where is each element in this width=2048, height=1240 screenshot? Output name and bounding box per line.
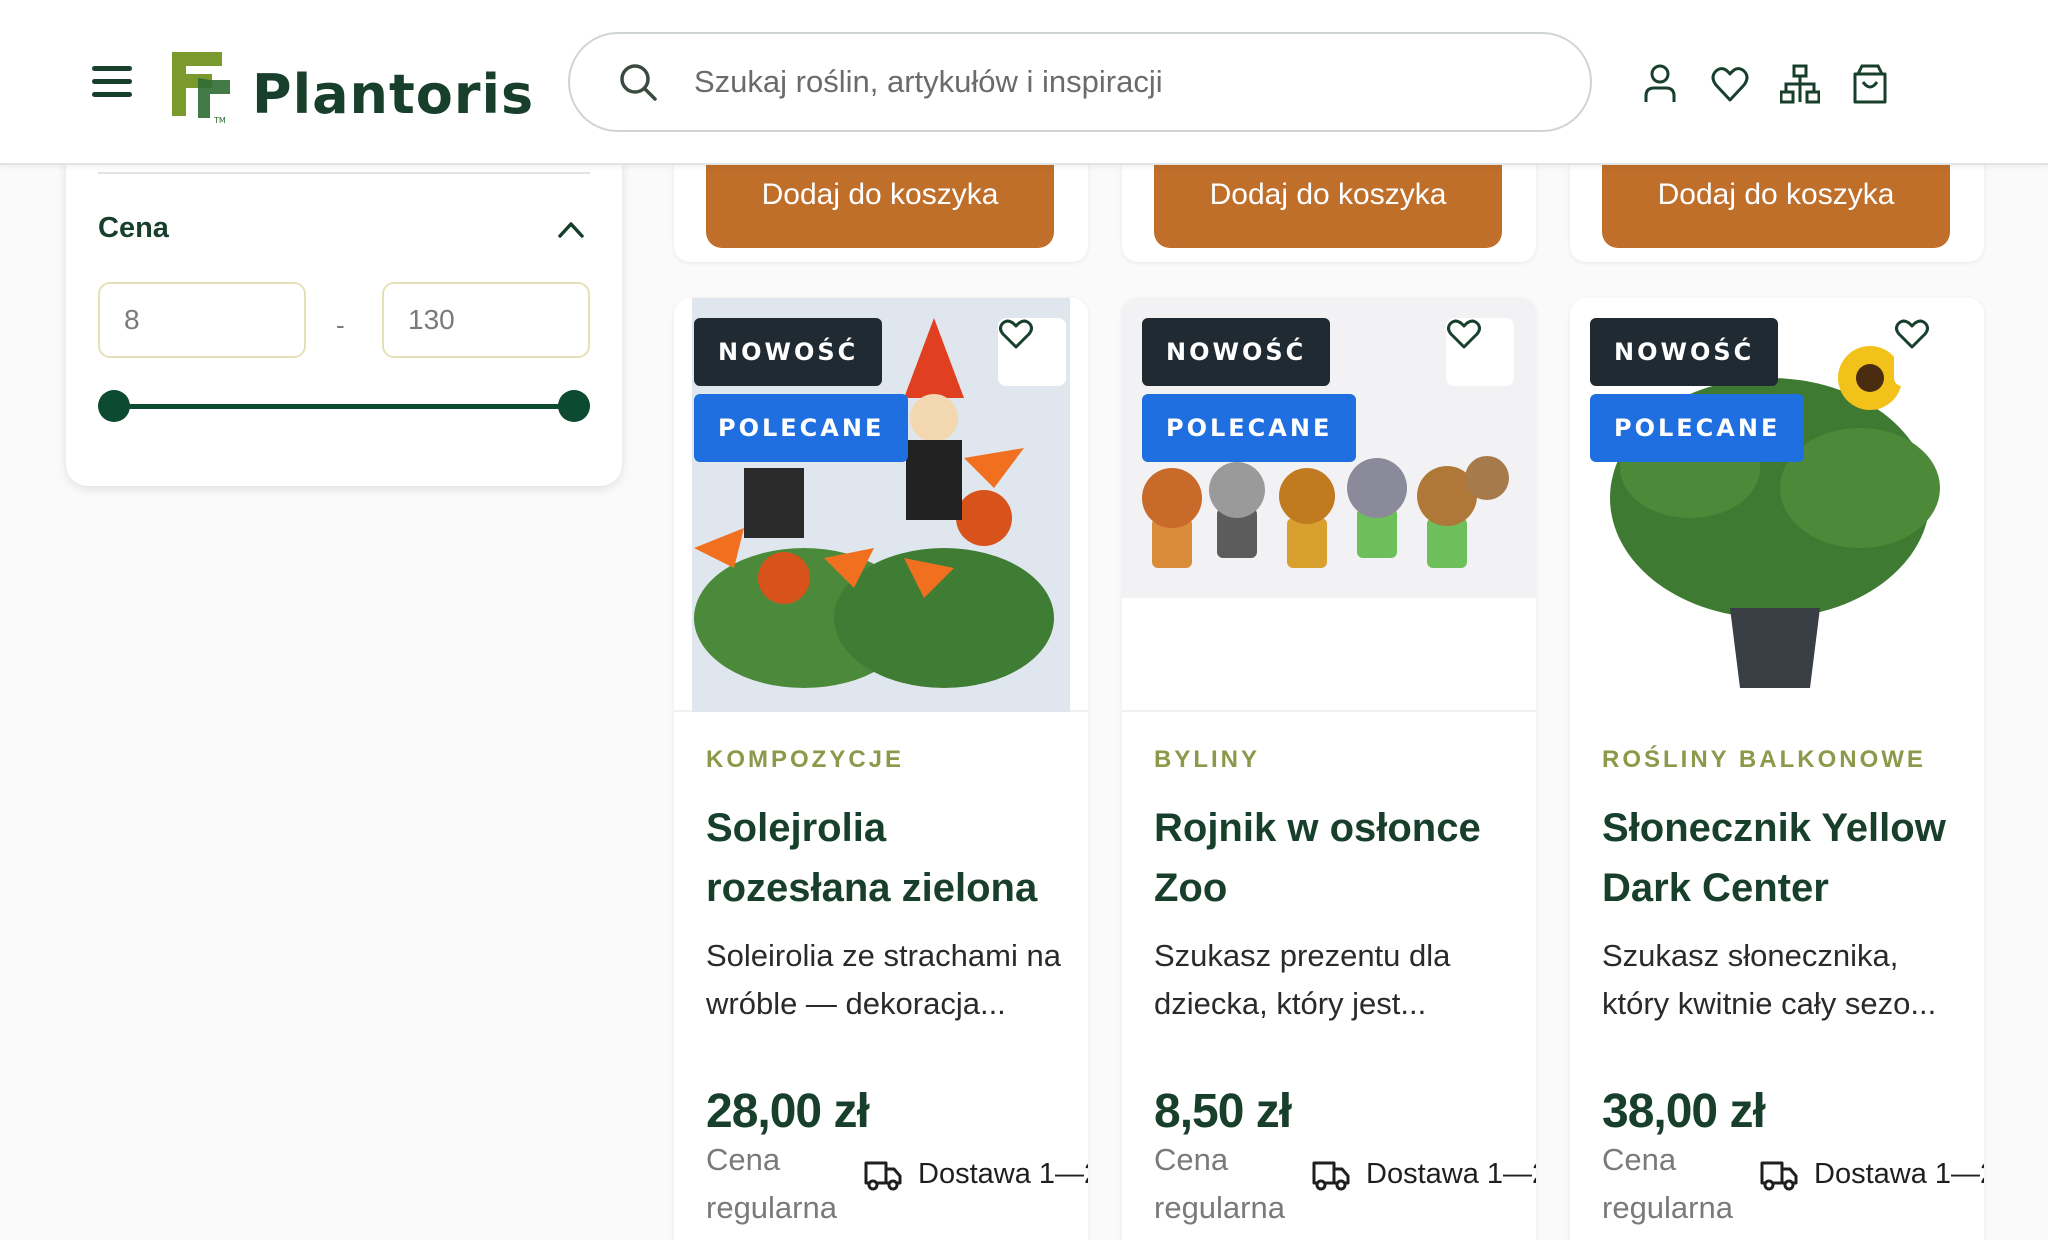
badge-new: NOWOŚĆ [1590, 318, 1779, 386]
add-to-cart-button[interactable]: Dodaj do koszyka [706, 160, 1054, 248]
add-to-cart-button[interactable]: Dodaj do koszyka [1154, 160, 1502, 248]
favorite-button[interactable] [998, 318, 1066, 386]
product-image[interactable]: NOWOŚĆ POLECANE [1122, 298, 1536, 712]
delivery-info: Dostawa 1—2 [864, 1158, 1088, 1191]
delivery-text: Dostawa 1—2 [1366, 1158, 1536, 1190]
heart-icon [1895, 319, 1929, 349]
delivery-info: Dostawa 1—2 [1760, 1158, 1984, 1191]
heart-icon [1447, 319, 1481, 349]
badge-recommended: POLECANE [694, 394, 909, 462]
search-bar[interactable] [568, 32, 1592, 132]
truck-icon [864, 1161, 902, 1190]
price-max-input[interactable]: 130 [382, 282, 590, 358]
favorite-button[interactable] [1446, 318, 1514, 386]
truck-icon [1760, 1161, 1798, 1190]
product-card[interactable]: NOWOŚĆ POLECANE KOMPOZYCJE Solejrolia ro… [674, 298, 1088, 1240]
logo-text: Plantoris [252, 63, 535, 126]
heart-icon[interactable] [1710, 62, 1750, 106]
product-price: 8,50 zł [1154, 1085, 1292, 1138]
product-image[interactable]: NOWOŚĆ POLECANE [674, 298, 1088, 712]
badge-recommended: POLECANE [1142, 394, 1357, 462]
delivery-text: Dostawa 1—2 [918, 1158, 1088, 1190]
product-category[interactable]: KOMPOZYCJE [706, 746, 904, 774]
price-separator: - [336, 310, 345, 340]
product-title[interactable]: Rojnik w osłonce Zoo [1154, 798, 1514, 918]
price-min-input[interactable]: 8 [98, 282, 306, 358]
product-category[interactable]: ROŚLINY BALKONOWE [1602, 746, 1926, 774]
divider [98, 172, 590, 174]
product-card[interactable]: NOWOŚĆ POLECANE BYLINY Rojnik w osłonce … [1122, 298, 1536, 1240]
site-header: TM Plantoris [0, 0, 2048, 165]
heart-icon [999, 319, 1033, 349]
product-price: 38,00 zł [1602, 1085, 1766, 1138]
cart-icon[interactable] [1850, 62, 1890, 106]
product-title[interactable]: Solejrolia rozesłana zielona [706, 798, 1066, 918]
product-card[interactable]: NOWOŚĆ POLECANE ROŚLINY BALKONOWE Słonec… [1570, 298, 1984, 1240]
product-description: Szukasz słonecznika, który kwitnie cały … [1602, 938, 1937, 1021]
price-slider-track[interactable] [114, 404, 574, 409]
price-filter: Cena 8 - 130 [66, 110, 622, 486]
favorite-button[interactable] [1894, 318, 1962, 386]
price-slider-min-handle[interactable] [98, 390, 130, 422]
price-slider-max-handle[interactable] [558, 390, 590, 422]
add-to-cart-button[interactable]: Dodaj do koszyka [1602, 160, 1950, 248]
logo-mark-icon: TM [172, 52, 230, 124]
chevron-up-icon[interactable] [556, 218, 586, 240]
price-note: Cena regularna [706, 1142, 837, 1225]
product-price: 28,00 zł [706, 1085, 870, 1138]
logo[interactable]: TM Plantoris [158, 44, 535, 126]
search-icon[interactable] [618, 62, 658, 102]
product-category[interactable]: BYLINY [1154, 746, 1260, 774]
product-image[interactable]: NOWOŚĆ POLECANE [1570, 298, 1984, 712]
badge-recommended: POLECANE [1590, 394, 1805, 462]
menu-icon[interactable] [92, 66, 132, 98]
product-description: Szukasz prezentu dla dziecka, który jest… [1154, 938, 1451, 1021]
badge-new: NOWOŚĆ [1142, 318, 1331, 386]
delivery-info: Dostawa 1—2 [1312, 1158, 1536, 1191]
price-note: Cena regularna [1154, 1142, 1285, 1225]
price-note: Cena regularna [1602, 1142, 1733, 1225]
delivery-text: Dostawa 1—2 [1814, 1158, 1984, 1190]
truck-icon [1312, 1161, 1350, 1190]
badge-new: NOWOŚĆ [694, 318, 883, 386]
filter-title[interactable]: Cena [98, 212, 169, 245]
search-input[interactable] [694, 64, 1494, 100]
user-icon[interactable] [1640, 62, 1680, 106]
logo-tm: TM [213, 116, 226, 124]
compare-icon[interactable] [1780, 62, 1820, 106]
product-description: Soleirolia ze strachami na wróble — deko… [706, 938, 1061, 1021]
product-title[interactable]: Słonecznik Yellow Dark Center [1602, 798, 1962, 918]
